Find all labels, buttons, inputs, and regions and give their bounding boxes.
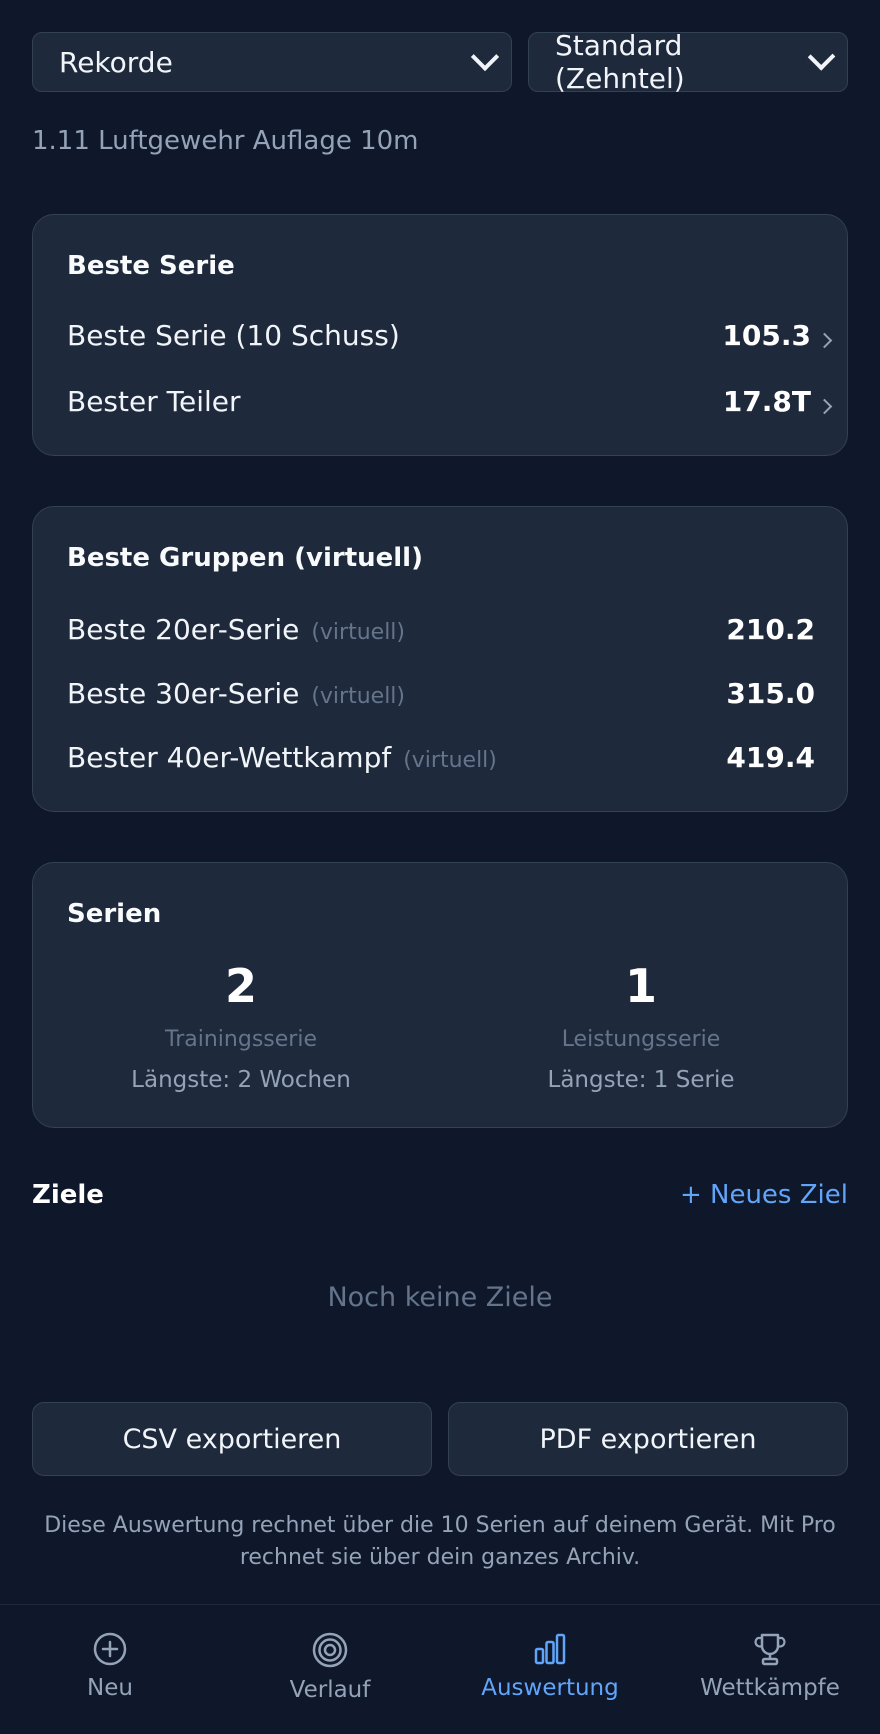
nav-label: Neu [87, 1675, 133, 1701]
performance-streak-longest: Längste: 1 Serie [547, 1067, 735, 1093]
row-value: 17.8T [722, 385, 811, 418]
chevron-right-icon [816, 332, 833, 349]
card-title: Beste Gruppen (virtuell) [67, 543, 423, 573]
group-row-label: Bester 40er-Wettkampf (virtuell) [67, 741, 497, 774]
nav-label: Verlauf [289, 1677, 371, 1703]
nav-item-auswertung[interactable]: Auswertung [440, 1631, 660, 1701]
streaks-card: Serien 2 Trainingsserie Längste: 2 Woche… [32, 862, 848, 1128]
export-pdf-button[interactable]: PDF exportieren [448, 1402, 848, 1476]
category-select-value: Rekorde [59, 45, 173, 79]
export-csv-button[interactable]: CSV exportieren [32, 1402, 432, 1476]
scoring-select[interactable]: Standard (Zehntel) [528, 29, 848, 95]
nav-item-neu[interactable]: Neu [0, 1631, 220, 1701]
nav-label: Auswertung [481, 1675, 619, 1701]
group-row-label: Beste 20er-Serie (virtuell) [67, 613, 405, 646]
best-series-row[interactable]: Beste Serie (10 Schuss) 105.3 [33, 313, 849, 365]
plus-circle-icon [93, 1632, 127, 1666]
row-label: Bester Teiler [67, 385, 241, 418]
nav-item-verlauf[interactable]: Verlauf [220, 1631, 440, 1703]
chevron-right-icon [816, 398, 833, 415]
performance-streak-value: 1 [624, 959, 657, 1013]
card-title: Serien [67, 899, 162, 929]
add-goal-link[interactable]: + Neues Ziel [560, 1180, 848, 1210]
target-icon [312, 1632, 348, 1668]
virtual-tag: (virtuell) [311, 684, 405, 709]
row-value: 105.3 [722, 319, 811, 352]
best-teiler-row[interactable]: Bester Teiler 17.8T [33, 379, 849, 431]
virtual-tag: (virtuell) [311, 620, 405, 645]
card-title: Beste Serie [67, 251, 235, 281]
chevron-down-icon [470, 42, 500, 72]
category-select[interactable]: Rekorde [32, 32, 512, 92]
best-groups-card: Beste Gruppen (virtuell) Beste 20er-Seri… [32, 506, 848, 812]
training-streak-longest: Längste: 2 Wochen [131, 1067, 351, 1093]
virtual-tag: (virtuell) [403, 748, 497, 773]
group-row-value: 315.0 [726, 677, 815, 710]
group-label: Bester 40er-Wettkampf [67, 741, 392, 774]
group-label: Beste 30er-Serie [67, 677, 300, 710]
nav-label: Wettkämpfe [700, 1675, 840, 1701]
discipline-label: 1.11 Luftgewehr Auflage 10m [32, 126, 419, 156]
row-label: Beste Serie (10 Schuss) [67, 319, 400, 352]
training-streak-value: 2 [224, 959, 257, 1013]
group-row-value: 419.4 [726, 741, 815, 774]
goals-empty-state: Noch keine Ziele [327, 1282, 553, 1313]
bar-chart-icon [534, 1633, 566, 1665]
group-row-value: 210.2 [726, 613, 815, 646]
pro-note: Diese Auswertung rechnet über die 10 Ser… [44, 1513, 836, 1570]
goals-title: Ziele [32, 1180, 104, 1210]
performance-streak-label: Leistungsserie [561, 1027, 721, 1052]
scoring-select-value: Standard (Zehntel) [555, 29, 685, 95]
bottom-nav: Neu Verlauf Auswertung Wettkämpfe [0, 1604, 880, 1734]
group-label: Beste 20er-Serie [67, 613, 300, 646]
trophy-icon [754, 1633, 786, 1666]
training-streak-label: Trainingsserie [165, 1027, 317, 1052]
nav-item-wettkaempfe[interactable]: Wettkämpfe [660, 1631, 880, 1701]
best-series-card: Beste Serie Beste Serie (10 Schuss) 105.… [32, 214, 848, 456]
group-row-label: Beste 30er-Serie (virtuell) [67, 677, 405, 710]
